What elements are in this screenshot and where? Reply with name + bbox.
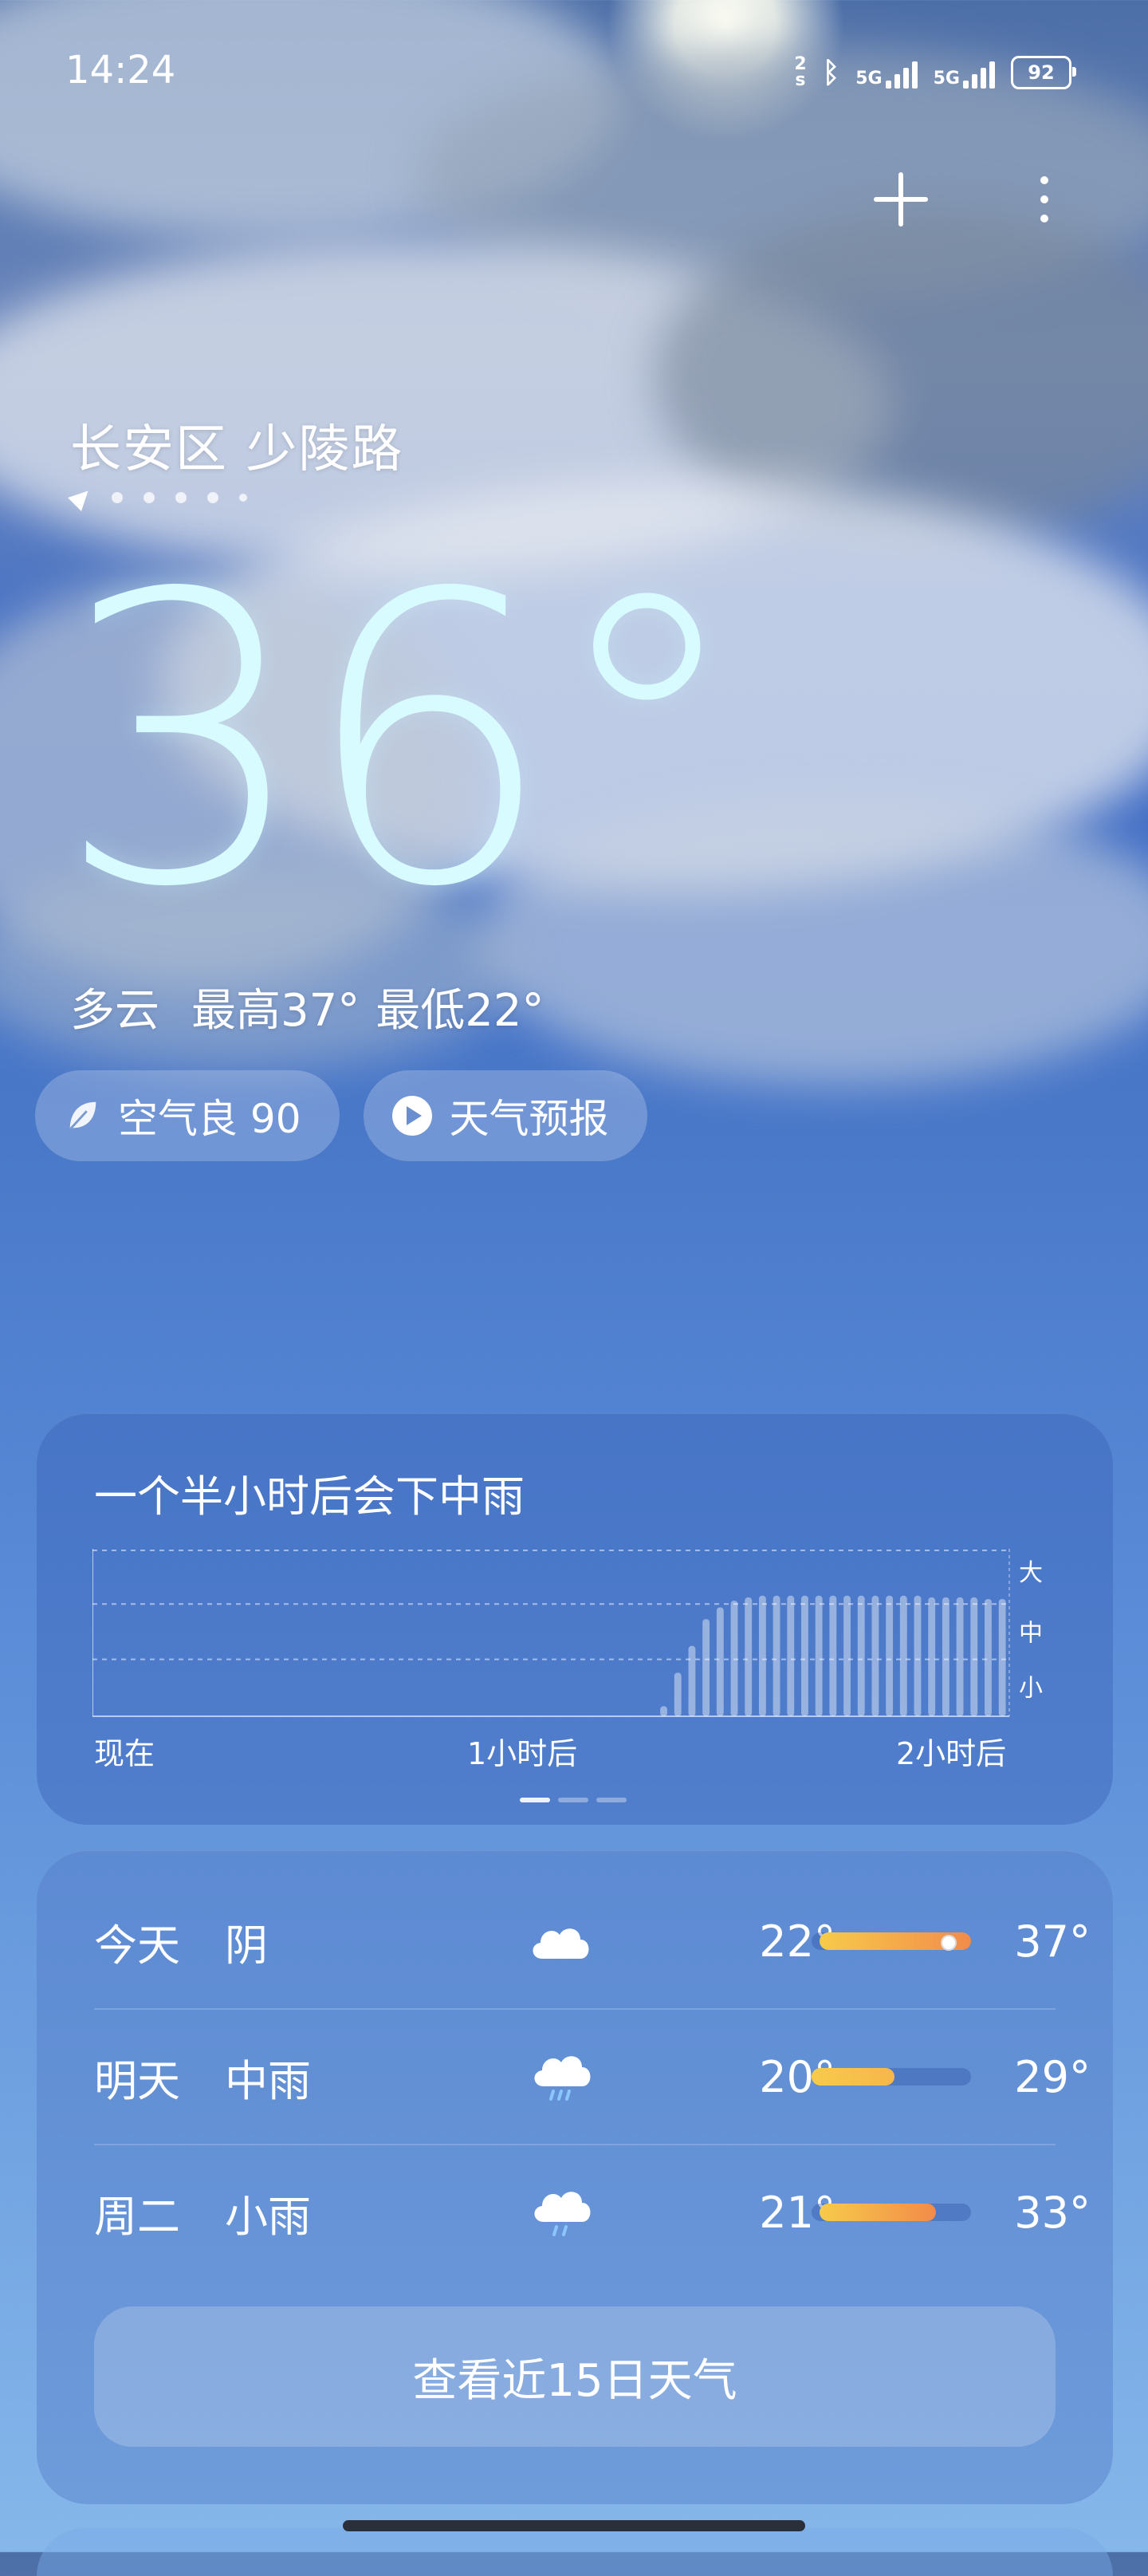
location-title[interactable]: 长安区 少陵路 bbox=[70, 408, 403, 482]
weather-forecast-label: 天气预报 bbox=[449, 1096, 609, 1142]
next-card-peek bbox=[37, 2528, 1113, 2576]
rain-bar bbox=[716, 1607, 724, 1716]
temp-range-bar bbox=[812, 2204, 971, 2221]
rain-bar bbox=[857, 1595, 865, 1716]
info-chips: 空气良 90 天气预报 bbox=[35, 1070, 647, 1161]
page-indicator bbox=[68, 484, 247, 511]
forecast-condition: 小雨 bbox=[225, 2191, 311, 2242]
temp-range-bar bbox=[812, 1932, 971, 1951]
high-temp: 最高37° bbox=[191, 985, 360, 1037]
rain-bar bbox=[674, 1672, 682, 1716]
rain-bar bbox=[942, 1597, 949, 1716]
rain-bar bbox=[914, 1595, 922, 1716]
signal-5g-icon: 5G bbox=[855, 57, 918, 89]
page-dot bbox=[207, 492, 218, 503]
page-dot bbox=[175, 492, 187, 503]
rain-bar bbox=[688, 1645, 696, 1716]
leaf-icon bbox=[69, 1101, 96, 1131]
view-15-day-forecast-button[interactable]: 查看近15日天气 bbox=[94, 2306, 1056, 2447]
forecast-condition: 中雨 bbox=[225, 2055, 311, 2106]
pager-dot bbox=[520, 1798, 550, 1802]
rain-bar bbox=[843, 1595, 851, 1716]
rain-bar bbox=[745, 1597, 753, 1716]
forecast-row-today[interactable]: 今天 阴 22° 37° bbox=[94, 1874, 1091, 2008]
rain-bar bbox=[956, 1597, 964, 1716]
forecast-row-tomorrow[interactable]: 明天 中雨 20° 29° bbox=[94, 2010, 1091, 2144]
low-temp: 最低22° bbox=[375, 985, 545, 1037]
forecast-high: 29° bbox=[1014, 2051, 1091, 2102]
forecast-high: 33° bbox=[1014, 2187, 1091, 2238]
temp-range-bar bbox=[812, 2068, 971, 2086]
rain-y-label: 大 bbox=[1019, 1559, 1043, 1587]
forecast-day: 今天 bbox=[94, 1920, 180, 1971]
rain-bar bbox=[730, 1601, 738, 1716]
pager-dot bbox=[596, 1798, 627, 1802]
bluetooth-icon: ᛒ bbox=[822, 56, 840, 89]
rain-x-label-now: 现在 bbox=[94, 1736, 155, 1771]
play-icon bbox=[391, 1096, 432, 1136]
rain-bar bbox=[660, 1706, 667, 1716]
condition-text: 多云 bbox=[70, 985, 159, 1037]
home-indicator[interactable] bbox=[343, 2520, 805, 2531]
status-icons: 2s ᛒ 5G 5G 92 bbox=[794, 51, 1076, 94]
forecast-high: 37° bbox=[1014, 1916, 1091, 1967]
location-arrow-icon bbox=[68, 484, 95, 511]
current-temp-marker bbox=[941, 1935, 957, 1951]
condition-summary: 多云 最高37° 最低22° bbox=[70, 975, 545, 1039]
battery-icon: 92 bbox=[1011, 56, 1076, 89]
page-dot bbox=[144, 492, 155, 503]
rain-x-label-1h: 1小时后 bbox=[467, 1736, 578, 1771]
net-speed-text: 2s bbox=[794, 54, 807, 90]
rain-bar bbox=[899, 1595, 907, 1716]
signal-5g-icon-2: 5G bbox=[934, 57, 995, 89]
air-quality-chip[interactable]: 空气良 90 bbox=[35, 1070, 340, 1161]
temp-range-fill bbox=[820, 2204, 936, 2221]
current-temperature: 36° bbox=[56, 510, 746, 974]
daily-forecast-card: 今天 阴 22° 37° 明天 中雨 20° 29° 周二 小雨 21° 33°… bbox=[37, 1850, 1113, 2504]
status-bar: 14:24 2s ᛒ 5G 5G 92 bbox=[0, 0, 1148, 144]
cloud-rain-icon bbox=[534, 2056, 591, 2101]
rain-bar bbox=[801, 1595, 808, 1716]
forecast-row-tuesday[interactable]: 周二 小雨 21° 33° bbox=[94, 2145, 1091, 2279]
rain-bar bbox=[985, 1599, 992, 1716]
rain-bar bbox=[970, 1597, 978, 1716]
forecast-day: 周二 bbox=[94, 2191, 180, 2242]
rain-bar bbox=[886, 1595, 894, 1716]
rain-chart: 大中小 bbox=[92, 1549, 1043, 1717]
more-vertical-icon[interactable] bbox=[1028, 167, 1060, 231]
weather-forecast-video-chip[interactable]: 天气预报 bbox=[363, 1070, 647, 1161]
rain-bar bbox=[702, 1619, 710, 1716]
rain-y-label: 小 bbox=[1019, 1675, 1043, 1703]
cloud-rain-icon bbox=[534, 2192, 591, 2236]
rain-bar bbox=[871, 1595, 879, 1716]
rain-bar bbox=[787, 1595, 795, 1716]
rain-bar bbox=[773, 1595, 780, 1716]
rain-card-pager bbox=[520, 1798, 627, 1802]
cloud-icon bbox=[533, 1928, 589, 1959]
page-dot bbox=[112, 492, 123, 503]
rain-bar bbox=[758, 1595, 766, 1716]
rain-forecast-card[interactable]: 一个半小时后会下中雨 大中小 现在 1小时后 2小时后 bbox=[37, 1413, 1113, 1825]
forecast-day: 明天 bbox=[94, 2055, 180, 2106]
rain-bar bbox=[829, 1595, 837, 1716]
pager-dot bbox=[558, 1798, 588, 1802]
rain-title: 一个半小时后会下中雨 bbox=[94, 1471, 525, 1522]
page-dot bbox=[239, 494, 247, 502]
temp-range-fill bbox=[812, 2068, 894, 2086]
status-time: 14:24 bbox=[65, 48, 176, 93]
rain-x-label-2h: 2小时后 bbox=[896, 1736, 1007, 1771]
rain-bar bbox=[998, 1599, 1006, 1716]
rain-y-label: 中 bbox=[1019, 1619, 1043, 1647]
rain-bar bbox=[815, 1595, 823, 1716]
rain-bar bbox=[928, 1597, 936, 1716]
plus-icon[interactable] bbox=[869, 167, 933, 231]
forecast-condition: 阴 bbox=[225, 1920, 268, 1971]
air-quality-label: 空气良 90 bbox=[118, 1096, 301, 1142]
